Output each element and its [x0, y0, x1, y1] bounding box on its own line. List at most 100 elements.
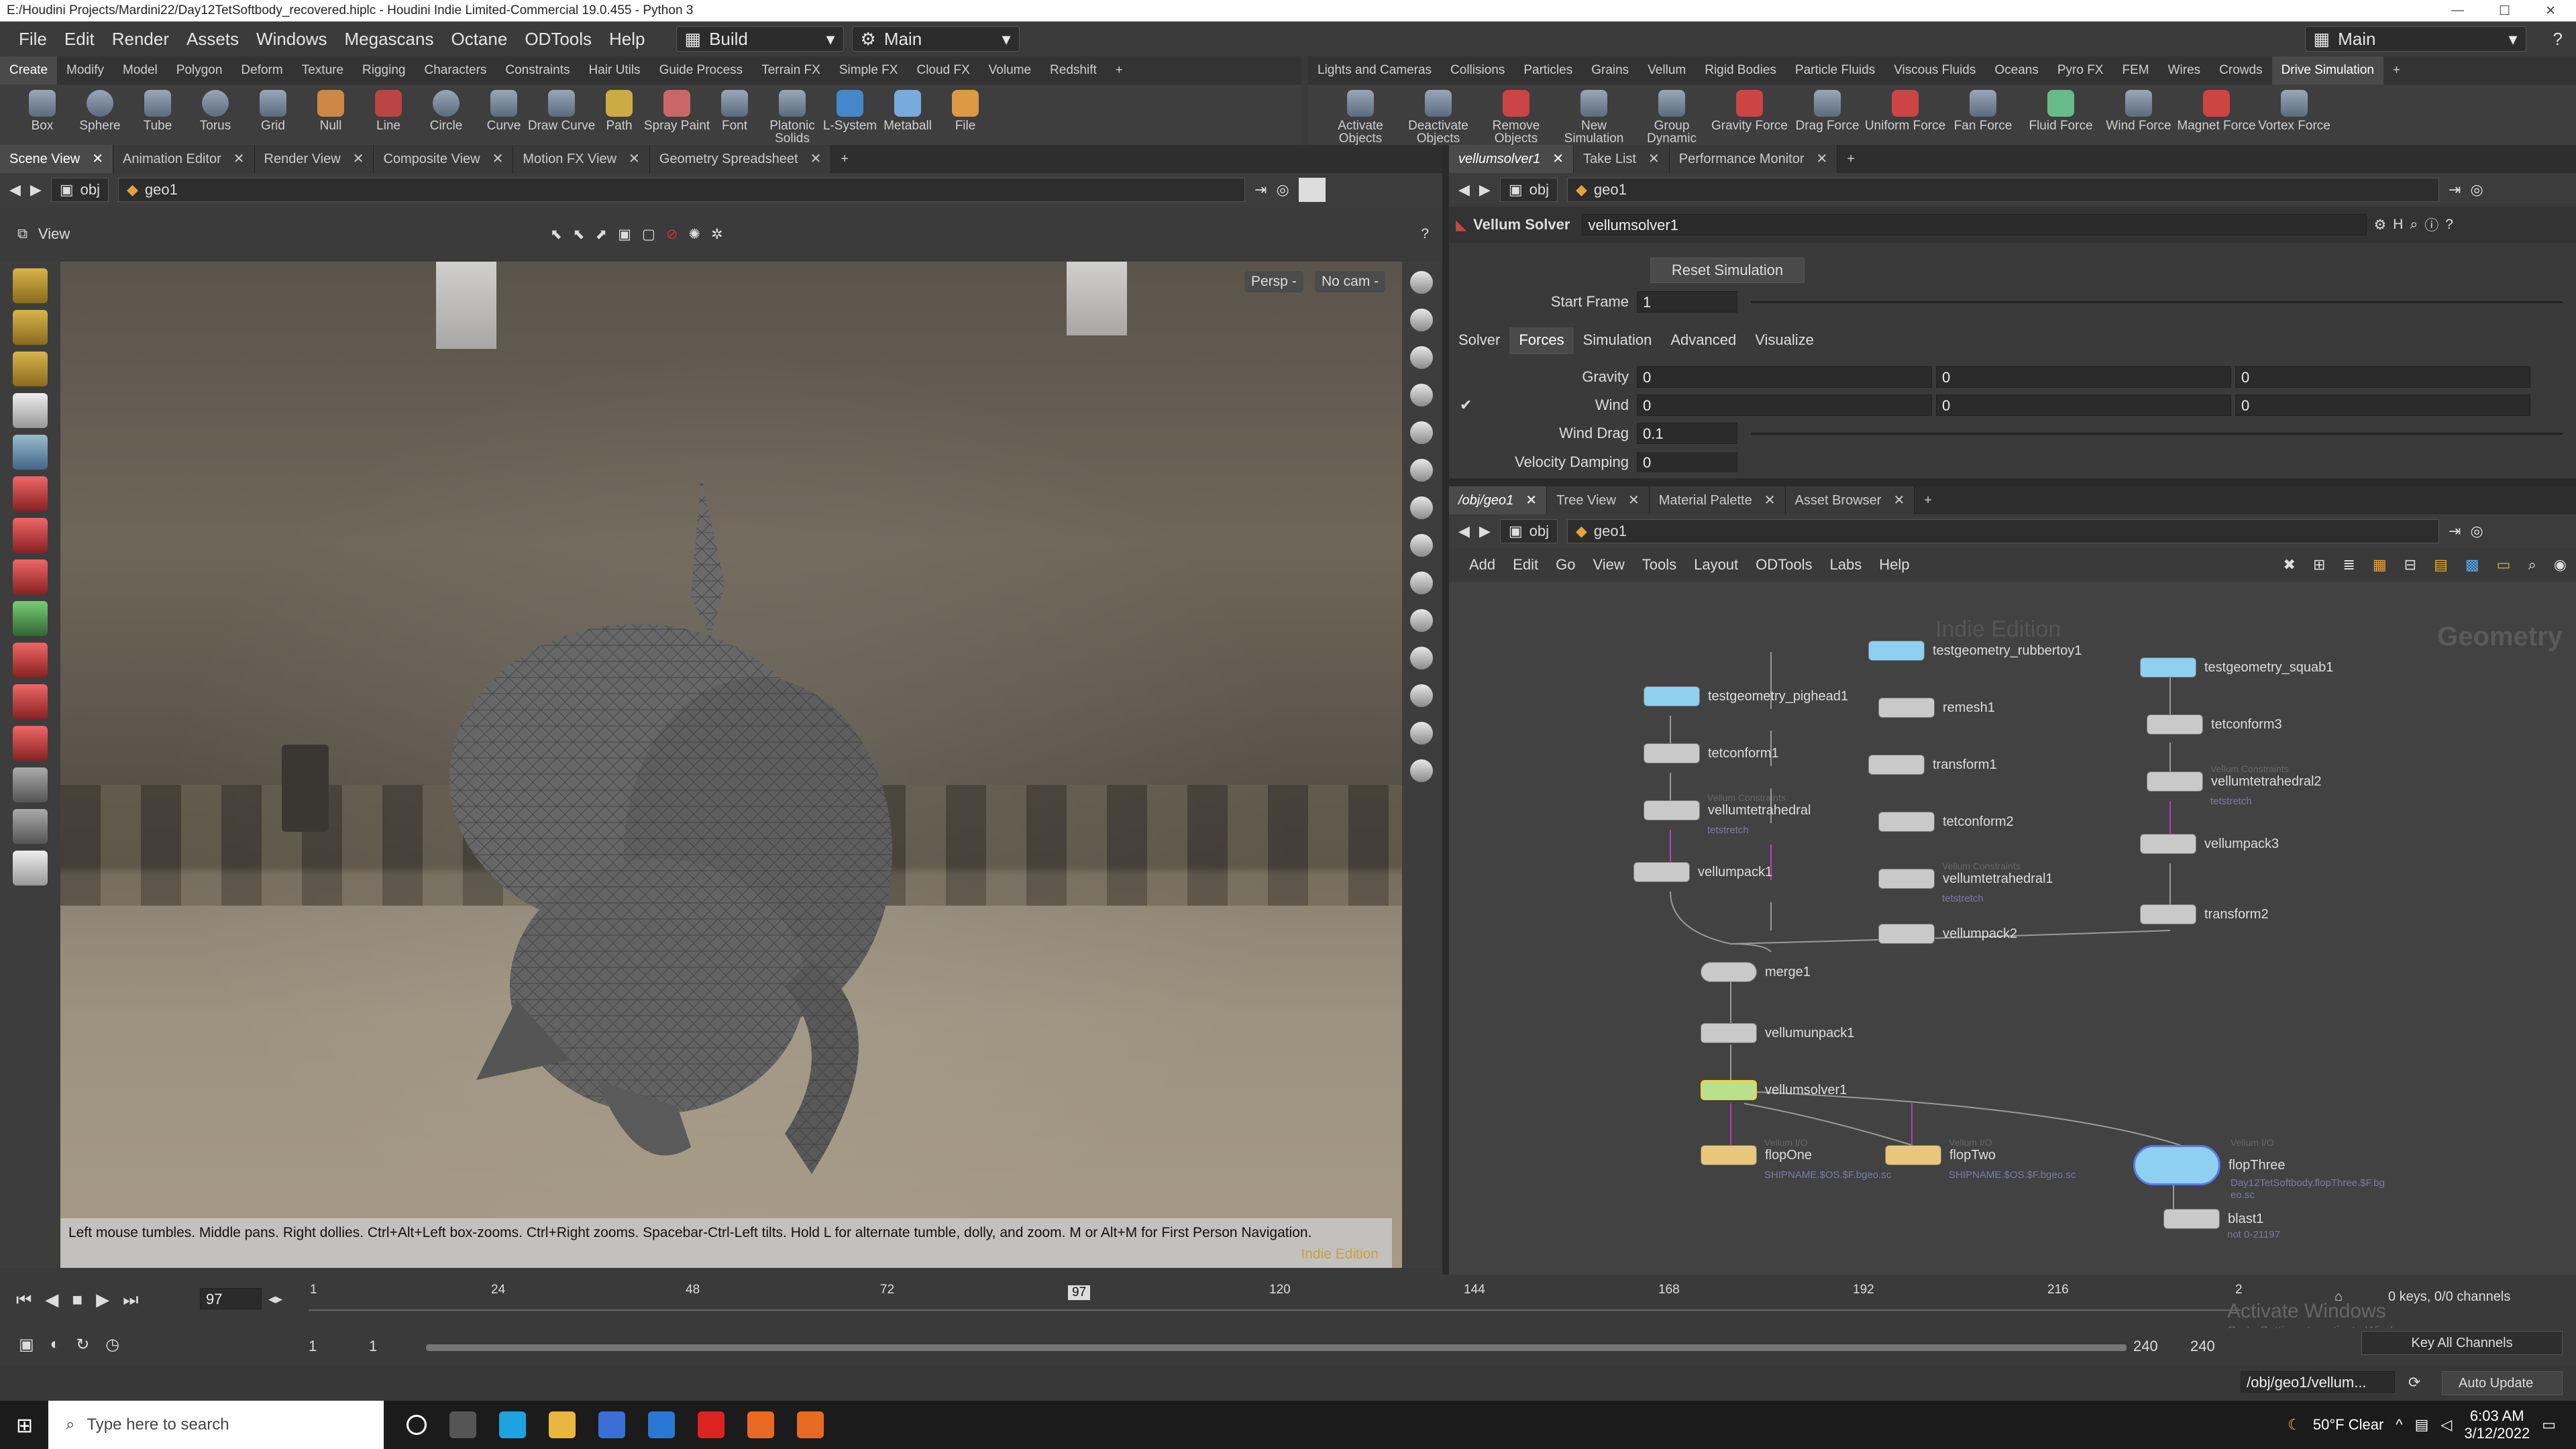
node-vellumpack3[interactable]: vellumpack3	[2140, 834, 2279, 854]
forward-arrow-icon[interactable]: ▶	[30, 181, 42, 199]
loop-icon[interactable]: ↻	[76, 1335, 89, 1354]
close-icon[interactable]: ✕	[1764, 486, 1776, 515]
tree-icon[interactable]: ⊞	[2313, 556, 2325, 574]
help-icon[interactable]: ?	[2553, 29, 2563, 50]
close-icon[interactable]: ✕	[1525, 486, 1537, 515]
points-icon[interactable]	[1410, 534, 1433, 557]
wireframe-icon[interactable]	[1410, 496, 1433, 519]
normals-icon[interactable]	[1410, 572, 1433, 594]
help-icon[interactable]: ?	[2445, 217, 2453, 233]
tool-fluid-force[interactable]: Fluid Force	[2022, 85, 2100, 132]
shelf-tab-collisions[interactable]: Collisions	[1441, 56, 1514, 85]
close-icon[interactable]: ✕	[353, 145, 364, 173]
tool-gravity-force[interactable]: Gravity Force	[1711, 85, 1788, 132]
light-tool-icon[interactable]	[13, 851, 48, 885]
shelf-tab-guide-process[interactable]: Guide Process	[650, 56, 753, 85]
timer-icon[interactable]: ◷	[105, 1335, 119, 1354]
tool-sphere[interactable]: Sphere	[71, 85, 129, 132]
edge-icon[interactable]	[499, 1411, 526, 1438]
maximize-icon[interactable]: ☐	[2499, 3, 2510, 19]
chevron-up-icon[interactable]: ^	[2396, 1416, 2402, 1434]
tool-drag-force[interactable]: Drag Force	[1788, 85, 1866, 132]
shelf-tab-vellum[interactable]: Vellum	[1638, 56, 1695, 85]
path-obj[interactable]: ▣ obj	[1499, 519, 1558, 543]
menu-help[interactable]: Help	[609, 29, 645, 50]
image-icon[interactable]: ▩	[2465, 556, 2479, 574]
node-vellumtetrahedral1[interactable]: Vellum Constraints vellumtetrahedral1 tets…	[1878, 861, 2053, 904]
node-vellumsolver1[interactable]: vellumsolver1	[1701, 1080, 1847, 1100]
back-arrow-icon[interactable]: ◀	[1458, 181, 1470, 199]
layout-icon[interactable]	[1410, 759, 1433, 782]
numbers-icon[interactable]	[1410, 609, 1433, 632]
shelf-tab-constraints[interactable]: Constraints	[496, 56, 579, 85]
net-menu-add[interactable]: Add	[1469, 556, 1495, 574]
tab-geometry-spreadsheet[interactable]: Geometry Spreadsheet ✕	[649, 145, 832, 173]
node-testgeometry-squab1[interactable]: testgeometry_squab1	[2140, 657, 2333, 678]
light-bulb-icon[interactable]	[1410, 421, 1433, 444]
node-name-field[interactable]: vellumsolver1	[1582, 214, 2367, 235]
node-merge1[interactable]: merge1	[1701, 962, 1811, 982]
wind-z-field[interactable]: 0	[2235, 394, 2530, 416]
range-end-2[interactable]: 240	[2190, 1338, 2215, 1355]
main-desktop-select[interactable]: ⚙ Main ▾	[851, 26, 1020, 52]
pin-icon[interactable]: ⇥	[2449, 523, 2461, 540]
play-reverse-icon[interactable]: ◀	[45, 1289, 58, 1311]
pin-icon[interactable]: ⇥	[1254, 181, 1267, 199]
display-icon[interactable]	[1410, 271, 1433, 294]
tool-tube[interactable]: Tube	[129, 85, 186, 132]
taskbar-search[interactable]: ⌕ Type here to search	[48, 1401, 384, 1449]
close-icon[interactable]: ✕	[1893, 486, 1904, 515]
tool-fan-force[interactable]: Fan Force	[1944, 85, 2022, 132]
wind-drag-slider[interactable]	[1751, 432, 2563, 435]
gravity-y-field[interactable]: 0	[1936, 366, 2231, 388]
shelf-tab-redshift[interactable]: Redshift	[1040, 56, 1106, 85]
render-icon[interactable]: ✺	[688, 226, 700, 243]
realtime-icon[interactable]: ▣	[19, 1335, 34, 1354]
tab-animation-editor[interactable]: Animation Editor ✕	[113, 145, 255, 173]
ortho-icon[interactable]	[1410, 384, 1433, 407]
shelf-tab-particle-fluids[interactable]: Particle Fluids	[1786, 56, 1884, 85]
range-start[interactable]: 1	[309, 1338, 317, 1355]
shading-icon[interactable]	[1410, 459, 1433, 482]
node-testgeometry-pighead1[interactable]: testgeometry_pighead1	[1644, 686, 1848, 706]
pane-divider[interactable]	[1442, 145, 1449, 1275]
handle-icon[interactable]: ▣	[618, 226, 631, 243]
net-menu-odtools[interactable]: ODTools	[1756, 556, 1812, 574]
close-icon[interactable]: ✕	[629, 145, 640, 173]
link-icon[interactable]: ◎	[2470, 523, 2483, 540]
node-tetconform1[interactable]: tetconform1	[1644, 743, 1779, 763]
node-vellumunpack1[interactable]: vellumunpack1	[1701, 1023, 1854, 1043]
forward-arrow-icon[interactable]: ▶	[1479, 181, 1491, 199]
background-icon[interactable]	[1410, 684, 1433, 707]
shelf-tab-model[interactable]: Model	[113, 56, 167, 85]
network-icon[interactable]: ▤	[2415, 1416, 2429, 1434]
pin-icon[interactable]: ⇥	[2449, 181, 2461, 199]
wind-y-field[interactable]: 0	[1936, 394, 2231, 416]
tool-torus[interactable]: Torus	[186, 85, 244, 132]
hda-icon[interactable]: H	[2393, 217, 2403, 233]
wind-x-field[interactable]: 0	[1637, 394, 1932, 416]
shelf-tab-hair-utils[interactable]: Hair Utils	[580, 56, 650, 85]
pane-divider[interactable]	[1449, 478, 2576, 486]
clock[interactable]: 6:03 AM 3/12/2022	[2464, 1407, 2530, 1442]
node-tetconform2[interactable]: tetconform2	[1878, 812, 2014, 832]
snap-icon[interactable]: ⬈	[596, 226, 608, 243]
net-menu-labs[interactable]: Labs	[1830, 556, 1862, 574]
shelf-tab-crowds[interactable]: Crowds	[2210, 56, 2271, 85]
shelf-tab-cloud-fx[interactable]: Cloud FX	[907, 56, 979, 85]
node-vellumtetrahedral[interactable]: Vellum Constraints vellumtetrahedral tetst…	[1644, 792, 1811, 836]
tab-motion-fx-view[interactable]: Motion FX View ✕	[513, 145, 650, 173]
record-icon[interactable]: ⊘	[666, 226, 678, 243]
shelf-tab-oceans[interactable]: Oceans	[1985, 56, 2047, 85]
net-menu-help[interactable]: Help	[1879, 556, 1909, 574]
update-icon[interactable]: ⟳	[2408, 1374, 2420, 1391]
tool-activate-objects[interactable]: Activate Objects	[1322, 85, 1399, 145]
jump-start-icon[interactable]: ⏮	[16, 1289, 32, 1311]
shelf-tab-modify[interactable]: Modify	[57, 56, 113, 85]
subtab-advanced[interactable]: Advanced	[1661, 327, 1746, 354]
tool-file[interactable]: File	[936, 85, 994, 132]
tool-box[interactable]: Box	[13, 85, 71, 132]
add-shelf-icon[interactable]: +	[2383, 56, 2410, 85]
close-icon[interactable]: ✕	[92, 145, 103, 173]
node-transform2[interactable]: transform2	[2140, 904, 2269, 924]
